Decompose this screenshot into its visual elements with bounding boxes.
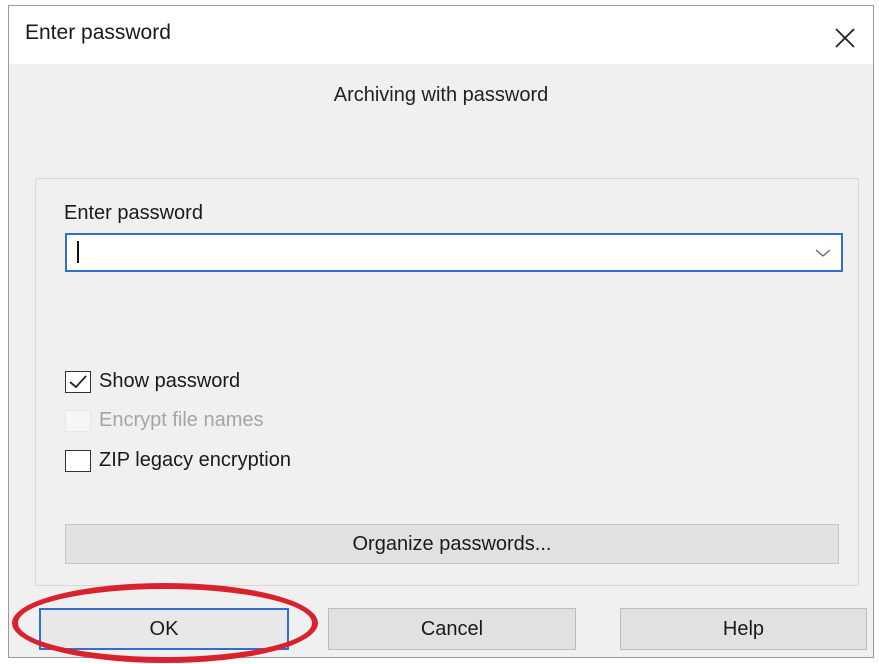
- organize-passwords-button[interactable]: Organize passwords...: [65, 524, 839, 564]
- show-password-label: Show password: [99, 370, 241, 392]
- cancel-button[interactable]: Cancel: [328, 608, 576, 650]
- password-dialog: Enter password Archiving with password E…: [8, 5, 874, 658]
- checkbox-box: [65, 409, 91, 432]
- checkmark-icon: [69, 374, 87, 388]
- text-cursor: [77, 241, 79, 263]
- close-icon: [835, 28, 855, 48]
- ok-button[interactable]: OK: [39, 608, 289, 650]
- dialog-heading: Archiving with password: [333, 84, 549, 106]
- close-button[interactable]: [827, 20, 863, 56]
- password-label: Enter password: [64, 202, 203, 224]
- dialog-title: Enter password: [25, 21, 171, 44]
- chevron-down-icon: [815, 249, 831, 257]
- checkbox-box: [65, 370, 91, 393]
- title-bar: Enter password: [9, 6, 873, 64]
- encrypt-file-names-checkbox: Encrypt file names: [65, 409, 264, 432]
- dropdown-button[interactable]: [813, 244, 833, 262]
- encrypt-file-names-label: Encrypt file names: [99, 409, 264, 431]
- checkbox-box: [65, 449, 91, 472]
- password-combobox[interactable]: [65, 233, 843, 272]
- show-password-checkbox[interactable]: Show password: [65, 370, 240, 393]
- help-button[interactable]: Help: [620, 608, 867, 650]
- zip-legacy-encryption-label: ZIP legacy encryption: [99, 449, 291, 471]
- zip-legacy-encryption-checkbox[interactable]: ZIP legacy encryption: [65, 449, 291, 472]
